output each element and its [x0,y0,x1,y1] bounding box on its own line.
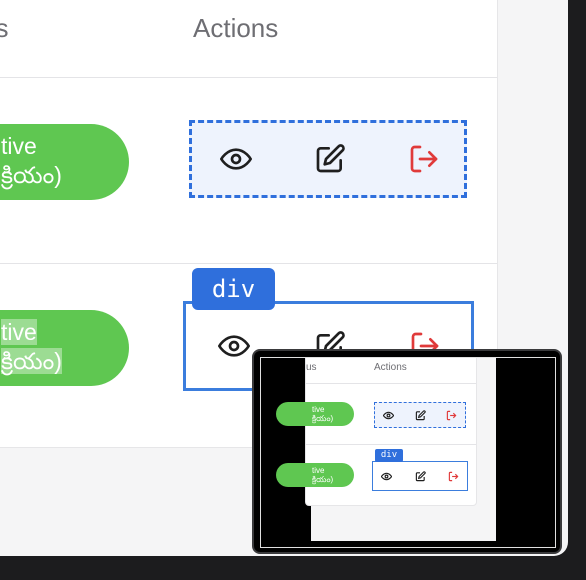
eye-icon[interactable] [218,330,250,362]
status-column-header: us [0,13,9,43]
status-badge-line2: క్రియం) [1,348,62,374]
minimap-table: us Actions tive క్రియం) tive క్రియం) [276,358,477,506]
actions-column-header: Actions [193,13,279,43]
status-badge-line1: tive [1,133,37,159]
minimap-row: tive క్రియం) [276,384,476,444]
minimap-viewport: us Actions tive క్రియం) tive క్రియం) div [260,357,556,548]
window-frame [568,0,586,580]
minimap-status-badge: tive క్రియం) [276,402,354,426]
minimap-status-badge: tive క్రియం) [276,463,354,487]
minimap-preview[interactable]: us Actions tive క్రియం) tive క్రియం) div [252,349,562,554]
eye-icon [381,472,392,480]
minimap-actions-header: Actions [374,362,407,373]
logout-icon[interactable] [408,143,440,175]
minimap-status-header: us [306,362,317,373]
logout-icon [446,410,457,420]
minimap-element-tag: div [375,449,403,462]
edit-icon [415,409,426,420]
logout-icon [448,471,459,481]
table-header-row: us Actions [0,0,497,78]
status-badge: tive క్రియం) [0,124,129,200]
edit-icon [415,470,426,481]
minimap-badge-line2: క్రియం) [312,414,334,423]
table-row: tive క్రియం) [0,78,497,264]
minimap-actions-group [374,402,466,428]
edit-icon[interactable] [314,143,346,175]
minimap-badge-line1: tive [312,466,325,475]
minimap-badge-line2: క్రియం) [312,475,334,484]
minimap-page: us Actions tive క్రియం) tive క్రియం) div [276,358,496,541]
status-badge-line2: క్రియం) [1,162,62,188]
eye-icon [383,411,394,419]
window-frame [0,556,586,580]
eye-icon[interactable] [220,143,252,175]
status-badge: tive క్రియం) [0,310,129,386]
minimap-actions-group-inspected [372,461,468,491]
row-actions-group [189,120,467,198]
status-badge-line1: tive [1,319,37,345]
minimap-badge-line1: tive [312,405,325,414]
inspector-element-tag: div [192,268,275,310]
